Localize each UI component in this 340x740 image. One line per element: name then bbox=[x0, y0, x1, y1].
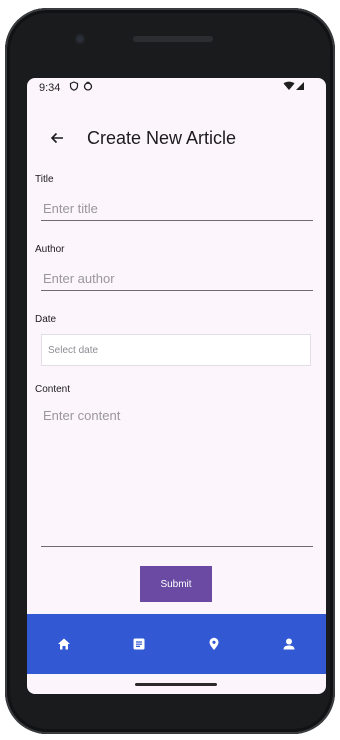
nav-item-articles[interactable] bbox=[119, 624, 159, 664]
author-label: Author bbox=[35, 244, 65, 255]
app-screen: 9:34 Create New Article Title Enter titl… bbox=[27, 78, 326, 694]
shield-icon bbox=[69, 81, 79, 91]
person-icon bbox=[283, 638, 295, 650]
wifi-icon bbox=[283, 81, 295, 90]
author-input[interactable] bbox=[41, 266, 313, 291]
nav-item-home[interactable] bbox=[44, 624, 84, 664]
home-icon bbox=[58, 638, 71, 650]
signal-icon bbox=[296, 82, 304, 90]
content-textarea[interactable] bbox=[41, 408, 313, 547]
title-label: Title bbox=[35, 174, 54, 185]
bottom-navigation bbox=[27, 614, 326, 674]
back-button[interactable] bbox=[45, 126, 69, 150]
phone-frame: 9:34 Create New Article Title Enter titl… bbox=[5, 8, 335, 734]
gesture-home-indicator[interactable] bbox=[135, 683, 217, 686]
content-label: Content bbox=[35, 384, 71, 395]
earpiece-speaker bbox=[133, 36, 213, 42]
title-input[interactable] bbox=[41, 196, 313, 221]
date-picker-field[interactable] bbox=[41, 334, 311, 366]
submit-button[interactable]: Submit bbox=[140, 566, 212, 602]
top-app-bar: Create New Article bbox=[27, 118, 326, 158]
nav-item-profile[interactable] bbox=[269, 624, 309, 664]
article-icon bbox=[133, 638, 145, 650]
status-time: 9:34 bbox=[39, 82, 61, 94]
location-pin-icon bbox=[209, 637, 219, 650]
nav-item-location[interactable] bbox=[194, 624, 234, 664]
arrow-back-icon bbox=[50, 132, 63, 144]
date-label: Date bbox=[35, 314, 57, 325]
status-bar: 9:34 bbox=[27, 78, 326, 98]
sync-icon bbox=[83, 81, 93, 91]
front-camera bbox=[75, 34, 85, 44]
page-title: Create New Article bbox=[87, 128, 237, 148]
